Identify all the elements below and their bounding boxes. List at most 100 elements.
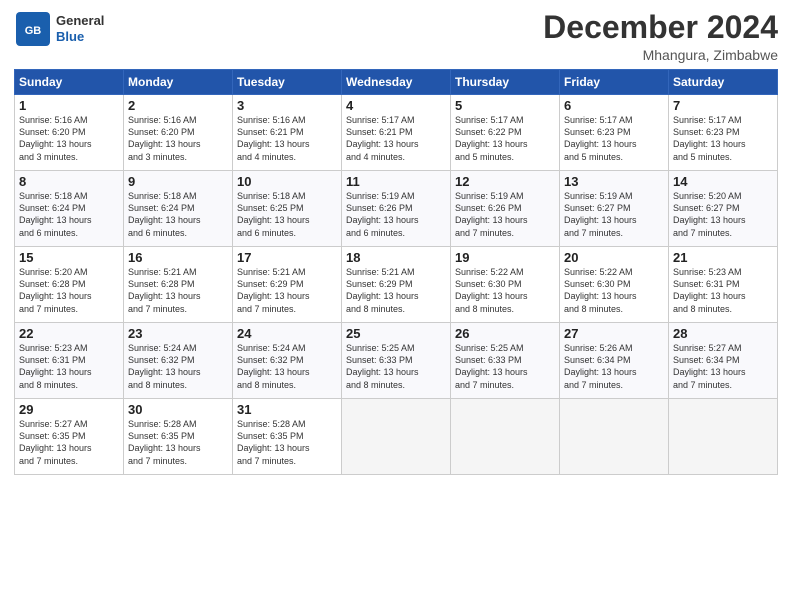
- logo: GB General Blue: [14, 10, 104, 48]
- day-number: 20: [564, 250, 664, 265]
- calendar-cell: 19Sunrise: 5:22 AMSunset: 6:30 PMDayligh…: [451, 247, 560, 323]
- day-info: Sunrise: 5:26 AMSunset: 6:34 PMDaylight:…: [564, 342, 664, 391]
- svg-text:GB: GB: [25, 25, 42, 37]
- day-info: Sunrise: 5:22 AMSunset: 6:30 PMDaylight:…: [455, 266, 555, 315]
- day-info: Sunrise: 5:19 AMSunset: 6:27 PMDaylight:…: [564, 190, 664, 239]
- calendar-cell: 11Sunrise: 5:19 AMSunset: 6:26 PMDayligh…: [342, 171, 451, 247]
- day-info: Sunrise: 5:25 AMSunset: 6:33 PMDaylight:…: [346, 342, 446, 391]
- col-friday: Friday: [560, 70, 669, 95]
- calendar-cell: [451, 399, 560, 475]
- calendar-cell: 6Sunrise: 5:17 AMSunset: 6:23 PMDaylight…: [560, 95, 669, 171]
- calendar-cell: 16Sunrise: 5:21 AMSunset: 6:28 PMDayligh…: [124, 247, 233, 323]
- day-number: 28: [673, 326, 773, 341]
- col-saturday: Saturday: [669, 70, 778, 95]
- calendar-cell: 8Sunrise: 5:18 AMSunset: 6:24 PMDaylight…: [15, 171, 124, 247]
- day-info: Sunrise: 5:25 AMSunset: 6:33 PMDaylight:…: [455, 342, 555, 391]
- day-info: Sunrise: 5:27 AMSunset: 6:35 PMDaylight:…: [19, 418, 119, 467]
- day-info: Sunrise: 5:19 AMSunset: 6:26 PMDaylight:…: [346, 190, 446, 239]
- col-thursday: Thursday: [451, 70, 560, 95]
- header: GB General Blue December 2024 Mhangura, …: [14, 10, 778, 63]
- day-number: 10: [237, 174, 337, 189]
- day-info: Sunrise: 5:18 AMSunset: 6:24 PMDaylight:…: [128, 190, 228, 239]
- day-info: Sunrise: 5:28 AMSunset: 6:35 PMDaylight:…: [128, 418, 228, 467]
- calendar-cell: 13Sunrise: 5:19 AMSunset: 6:27 PMDayligh…: [560, 171, 669, 247]
- calendar-cell: 1Sunrise: 5:16 AMSunset: 6:20 PMDaylight…: [15, 95, 124, 171]
- calendar-cell: 28Sunrise: 5:27 AMSunset: 6:34 PMDayligh…: [669, 323, 778, 399]
- day-number: 24: [237, 326, 337, 341]
- calendar-cell: 10Sunrise: 5:18 AMSunset: 6:25 PMDayligh…: [233, 171, 342, 247]
- day-info: Sunrise: 5:23 AMSunset: 6:31 PMDaylight:…: [673, 266, 773, 315]
- day-info: Sunrise: 5:18 AMSunset: 6:25 PMDaylight:…: [237, 190, 337, 239]
- day-number: 8: [19, 174, 119, 189]
- day-info: Sunrise: 5:21 AMSunset: 6:29 PMDaylight:…: [346, 266, 446, 315]
- day-number: 29: [19, 402, 119, 417]
- day-number: 11: [346, 174, 446, 189]
- day-number: 30: [128, 402, 228, 417]
- title-block: December 2024 Mhangura, Zimbabwe: [543, 10, 778, 63]
- calendar-cell: [669, 399, 778, 475]
- day-number: 7: [673, 98, 773, 113]
- day-number: 1: [19, 98, 119, 113]
- day-number: 5: [455, 98, 555, 113]
- calendar-cell: 23Sunrise: 5:24 AMSunset: 6:32 PMDayligh…: [124, 323, 233, 399]
- logo-general: General: [56, 13, 104, 28]
- calendar-cell: 12Sunrise: 5:19 AMSunset: 6:26 PMDayligh…: [451, 171, 560, 247]
- calendar-cell: 27Sunrise: 5:26 AMSunset: 6:34 PMDayligh…: [560, 323, 669, 399]
- day-number: 4: [346, 98, 446, 113]
- day-number: 26: [455, 326, 555, 341]
- calendar-cell: 18Sunrise: 5:21 AMSunset: 6:29 PMDayligh…: [342, 247, 451, 323]
- day-info: Sunrise: 5:17 AMSunset: 6:23 PMDaylight:…: [564, 114, 664, 163]
- day-number: 25: [346, 326, 446, 341]
- location: Mhangura, Zimbabwe: [543, 47, 778, 63]
- calendar-cell: 2Sunrise: 5:16 AMSunset: 6:20 PMDaylight…: [124, 95, 233, 171]
- day-number: 12: [455, 174, 555, 189]
- day-info: Sunrise: 5:17 AMSunset: 6:23 PMDaylight:…: [673, 114, 773, 163]
- calendar-week-row: 29Sunrise: 5:27 AMSunset: 6:35 PMDayligh…: [15, 399, 778, 475]
- calendar-cell: 21Sunrise: 5:23 AMSunset: 6:31 PMDayligh…: [669, 247, 778, 323]
- page-container: GB General Blue December 2024 Mhangura, …: [0, 0, 792, 612]
- day-number: 13: [564, 174, 664, 189]
- day-number: 21: [673, 250, 773, 265]
- calendar-cell: [560, 399, 669, 475]
- calendar-cell: [342, 399, 451, 475]
- day-info: Sunrise: 5:16 AMSunset: 6:20 PMDaylight:…: [19, 114, 119, 163]
- day-number: 16: [128, 250, 228, 265]
- calendar-cell: 26Sunrise: 5:25 AMSunset: 6:33 PMDayligh…: [451, 323, 560, 399]
- day-info: Sunrise: 5:17 AMSunset: 6:22 PMDaylight:…: [455, 114, 555, 163]
- day-number: 15: [19, 250, 119, 265]
- logo-icon: GB: [14, 10, 52, 48]
- col-tuesday: Tuesday: [233, 70, 342, 95]
- day-info: Sunrise: 5:20 AMSunset: 6:28 PMDaylight:…: [19, 266, 119, 315]
- col-sunday: Sunday: [15, 70, 124, 95]
- day-info: Sunrise: 5:16 AMSunset: 6:20 PMDaylight:…: [128, 114, 228, 163]
- calendar-week-row: 8Sunrise: 5:18 AMSunset: 6:24 PMDaylight…: [15, 171, 778, 247]
- calendar-cell: 29Sunrise: 5:27 AMSunset: 6:35 PMDayligh…: [15, 399, 124, 475]
- day-info: Sunrise: 5:28 AMSunset: 6:35 PMDaylight:…: [237, 418, 337, 467]
- day-info: Sunrise: 5:17 AMSunset: 6:21 PMDaylight:…: [346, 114, 446, 163]
- day-number: 6: [564, 98, 664, 113]
- day-info: Sunrise: 5:27 AMSunset: 6:34 PMDaylight:…: [673, 342, 773, 391]
- day-number: 22: [19, 326, 119, 341]
- calendar-cell: 9Sunrise: 5:18 AMSunset: 6:24 PMDaylight…: [124, 171, 233, 247]
- calendar-cell: 14Sunrise: 5:20 AMSunset: 6:27 PMDayligh…: [669, 171, 778, 247]
- day-info: Sunrise: 5:24 AMSunset: 6:32 PMDaylight:…: [237, 342, 337, 391]
- logo-blue: Blue: [56, 29, 84, 44]
- day-info: Sunrise: 5:21 AMSunset: 6:28 PMDaylight:…: [128, 266, 228, 315]
- day-number: 18: [346, 250, 446, 265]
- day-info: Sunrise: 5:19 AMSunset: 6:26 PMDaylight:…: [455, 190, 555, 239]
- calendar-cell: 24Sunrise: 5:24 AMSunset: 6:32 PMDayligh…: [233, 323, 342, 399]
- day-info: Sunrise: 5:18 AMSunset: 6:24 PMDaylight:…: [19, 190, 119, 239]
- calendar-cell: 20Sunrise: 5:22 AMSunset: 6:30 PMDayligh…: [560, 247, 669, 323]
- calendar-cell: 3Sunrise: 5:16 AMSunset: 6:21 PMDaylight…: [233, 95, 342, 171]
- day-info: Sunrise: 5:24 AMSunset: 6:32 PMDaylight:…: [128, 342, 228, 391]
- day-number: 2: [128, 98, 228, 113]
- day-info: Sunrise: 5:22 AMSunset: 6:30 PMDaylight:…: [564, 266, 664, 315]
- day-number: 17: [237, 250, 337, 265]
- day-number: 31: [237, 402, 337, 417]
- day-number: 3: [237, 98, 337, 113]
- day-number: 14: [673, 174, 773, 189]
- day-number: 27: [564, 326, 664, 341]
- col-monday: Monday: [124, 70, 233, 95]
- calendar-cell: 17Sunrise: 5:21 AMSunset: 6:29 PMDayligh…: [233, 247, 342, 323]
- day-number: 19: [455, 250, 555, 265]
